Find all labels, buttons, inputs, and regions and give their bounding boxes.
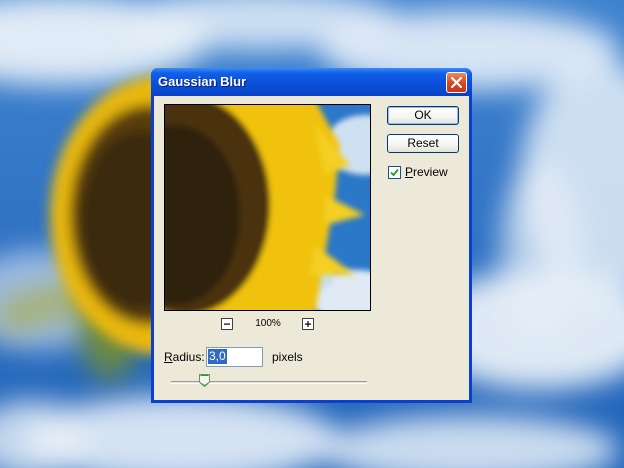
blur-preview[interactable]: [164, 104, 371, 311]
ok-button[interactable]: OK: [387, 106, 459, 125]
radius-label: Radius:: [164, 350, 205, 364]
radius-value: 3,0: [208, 349, 227, 364]
gaussian-blur-dialog: Gaussian Blur 100% OK Reset Preview Radi…: [151, 68, 472, 403]
radius-input[interactable]: 3,0: [206, 347, 263, 367]
zoom-in-button[interactable]: [302, 318, 314, 330]
radius-slider-thumb[interactable]: [199, 374, 211, 387]
title-bar[interactable]: Gaussian Blur: [151, 68, 472, 96]
minus-icon: [224, 323, 230, 325]
zoom-out-button[interactable]: [221, 318, 233, 330]
plus-icon: [305, 321, 311, 327]
zoom-level: 100%: [255, 318, 281, 329]
preview-checkbox[interactable]: [388, 166, 401, 179]
checkmark-icon: [390, 168, 399, 177]
radius-label-rest: adius:: [172, 350, 205, 364]
preview-image: [165, 105, 370, 310]
reset-button[interactable]: Reset: [387, 134, 459, 153]
radius-label-accesskey: R: [164, 350, 173, 364]
preview-label-accesskey: P: [405, 165, 414, 179]
radius-unit-label: pixels: [272, 350, 303, 364]
close-button[interactable]: [446, 72, 467, 93]
close-icon: [451, 77, 462, 88]
preview-checkbox-label[interactable]: Preview: [405, 165, 448, 179]
window-title: Gaussian Blur: [158, 74, 247, 89]
dialog-body: 100% OK Reset Preview Radius: 3,0 pixels: [154, 96, 469, 400]
preview-label-rest: review: [413, 165, 448, 179]
